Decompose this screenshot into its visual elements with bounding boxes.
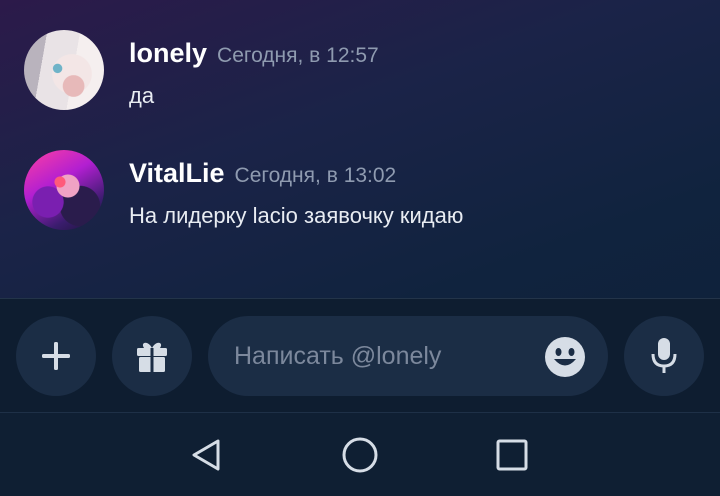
home-circle-icon — [342, 437, 378, 473]
username[interactable]: VitalLie — [129, 158, 225, 188]
system-navigation-bar — [0, 412, 720, 496]
message-text: да — [129, 83, 155, 108]
message-header: lonely Сегодня, в 12:57 — [129, 38, 379, 69]
back-triangle-icon — [192, 439, 220, 471]
message-item[interactable]: lonely Сегодня, в 12:57 да — [0, 30, 720, 130]
avatar[interactable] — [24, 30, 104, 110]
avatar[interactable] — [24, 150, 104, 230]
message-input[interactable] — [234, 316, 534, 396]
message-item[interactable]: VitalLie Сегодня, в 13:02 На лидерку laci… — [0, 150, 720, 250]
recents-square-icon — [496, 439, 528, 471]
back-button[interactable] — [184, 433, 228, 477]
message-input-container[interactable] — [208, 316, 608, 396]
emoji-icon — [545, 337, 585, 377]
message-composer — [0, 299, 720, 412]
chat-screen: lonely Сегодня, в 12:57 да VitalLie Сегодн… — [0, 0, 720, 496]
username[interactable]: lonely — [129, 38, 207, 68]
add-attachment-button[interactable] — [16, 316, 96, 396]
recents-button[interactable] — [490, 433, 534, 477]
message-list: lonely Сегодня, в 12:57 да VitalLie Сегодн… — [0, 0, 720, 298]
gift-icon — [137, 342, 167, 372]
microphone-button[interactable] — [624, 316, 704, 396]
home-button[interactable] — [338, 433, 382, 477]
emoji-button[interactable] — [544, 336, 586, 378]
microphone-icon — [651, 338, 677, 373]
gift-button[interactable] — [112, 316, 192, 396]
message-header: VitalLie Сегодня, в 13:02 — [129, 158, 396, 189]
message-text: На лидерку lacio заявочку кидаю — [129, 203, 464, 228]
plus-icon — [42, 342, 70, 370]
timestamp: Сегодня, в 13:02 — [234, 164, 397, 187]
timestamp: Сегодня, в 12:57 — [217, 44, 379, 67]
